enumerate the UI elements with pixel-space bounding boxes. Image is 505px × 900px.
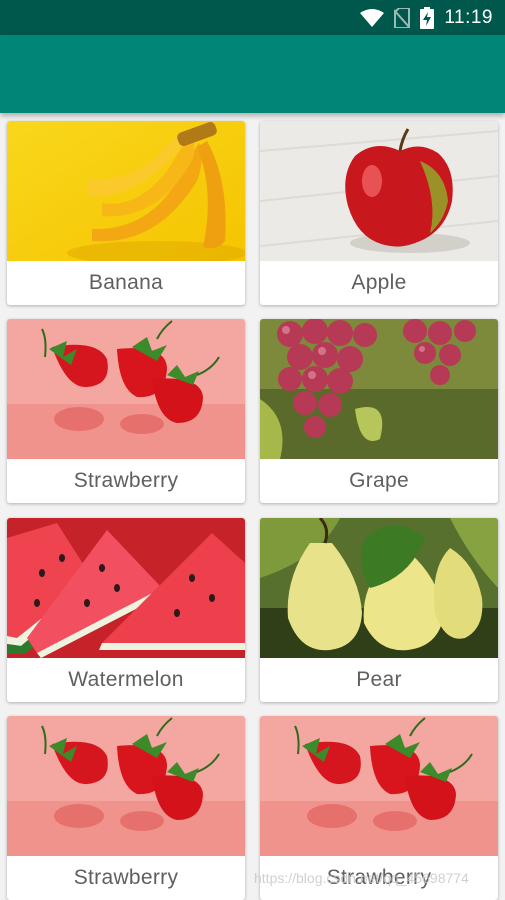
fruit-card-strawberry[interactable]: Strawberry bbox=[7, 716, 245, 900]
fruit-grid: Banana Apple Strawberry Grape Watermelon… bbox=[0, 113, 505, 900]
app-bar bbox=[0, 35, 505, 113]
fruit-label: Strawberry bbox=[73, 866, 179, 889]
banana-image bbox=[7, 121, 245, 261]
watermark-text: https://blog.csdn.net/qq_45698774 bbox=[254, 870, 469, 886]
strawberry-image bbox=[7, 716, 245, 856]
fruit-card-banana[interactable]: Banana bbox=[7, 121, 245, 305]
fruit-card-strawberry[interactable]: Strawberry bbox=[7, 319, 245, 503]
fruit-card-apple[interactable]: Apple bbox=[260, 121, 498, 305]
fruit-label: Pear bbox=[356, 668, 402, 691]
strawberry-image bbox=[7, 319, 245, 459]
fruit-card-watermelon[interactable]: Watermelon bbox=[7, 518, 245, 702]
wifi-icon bbox=[360, 8, 385, 27]
fruit-label: Strawberry bbox=[73, 469, 179, 492]
fruit-label: Watermelon bbox=[68, 668, 184, 691]
fruit-card-grape[interactable]: Grape bbox=[260, 319, 498, 503]
fruit-card-pear[interactable]: Pear bbox=[260, 518, 498, 702]
status-clock: 11:19 bbox=[444, 6, 493, 28]
status-icons: 11:19 bbox=[360, 0, 493, 35]
fruit-label: Grape bbox=[349, 469, 409, 492]
pear-image bbox=[260, 518, 498, 658]
watermelon-image bbox=[7, 518, 245, 658]
fruit-label: Apple bbox=[351, 271, 407, 294]
fruit-label: Banana bbox=[88, 271, 164, 294]
grape-image bbox=[260, 319, 498, 459]
status-bar: 11:19 bbox=[0, 0, 505, 35]
strawberry-image bbox=[260, 716, 498, 856]
no-sim-icon bbox=[394, 7, 411, 28]
apple-image bbox=[260, 121, 498, 261]
battery-charging-icon bbox=[420, 6, 435, 29]
